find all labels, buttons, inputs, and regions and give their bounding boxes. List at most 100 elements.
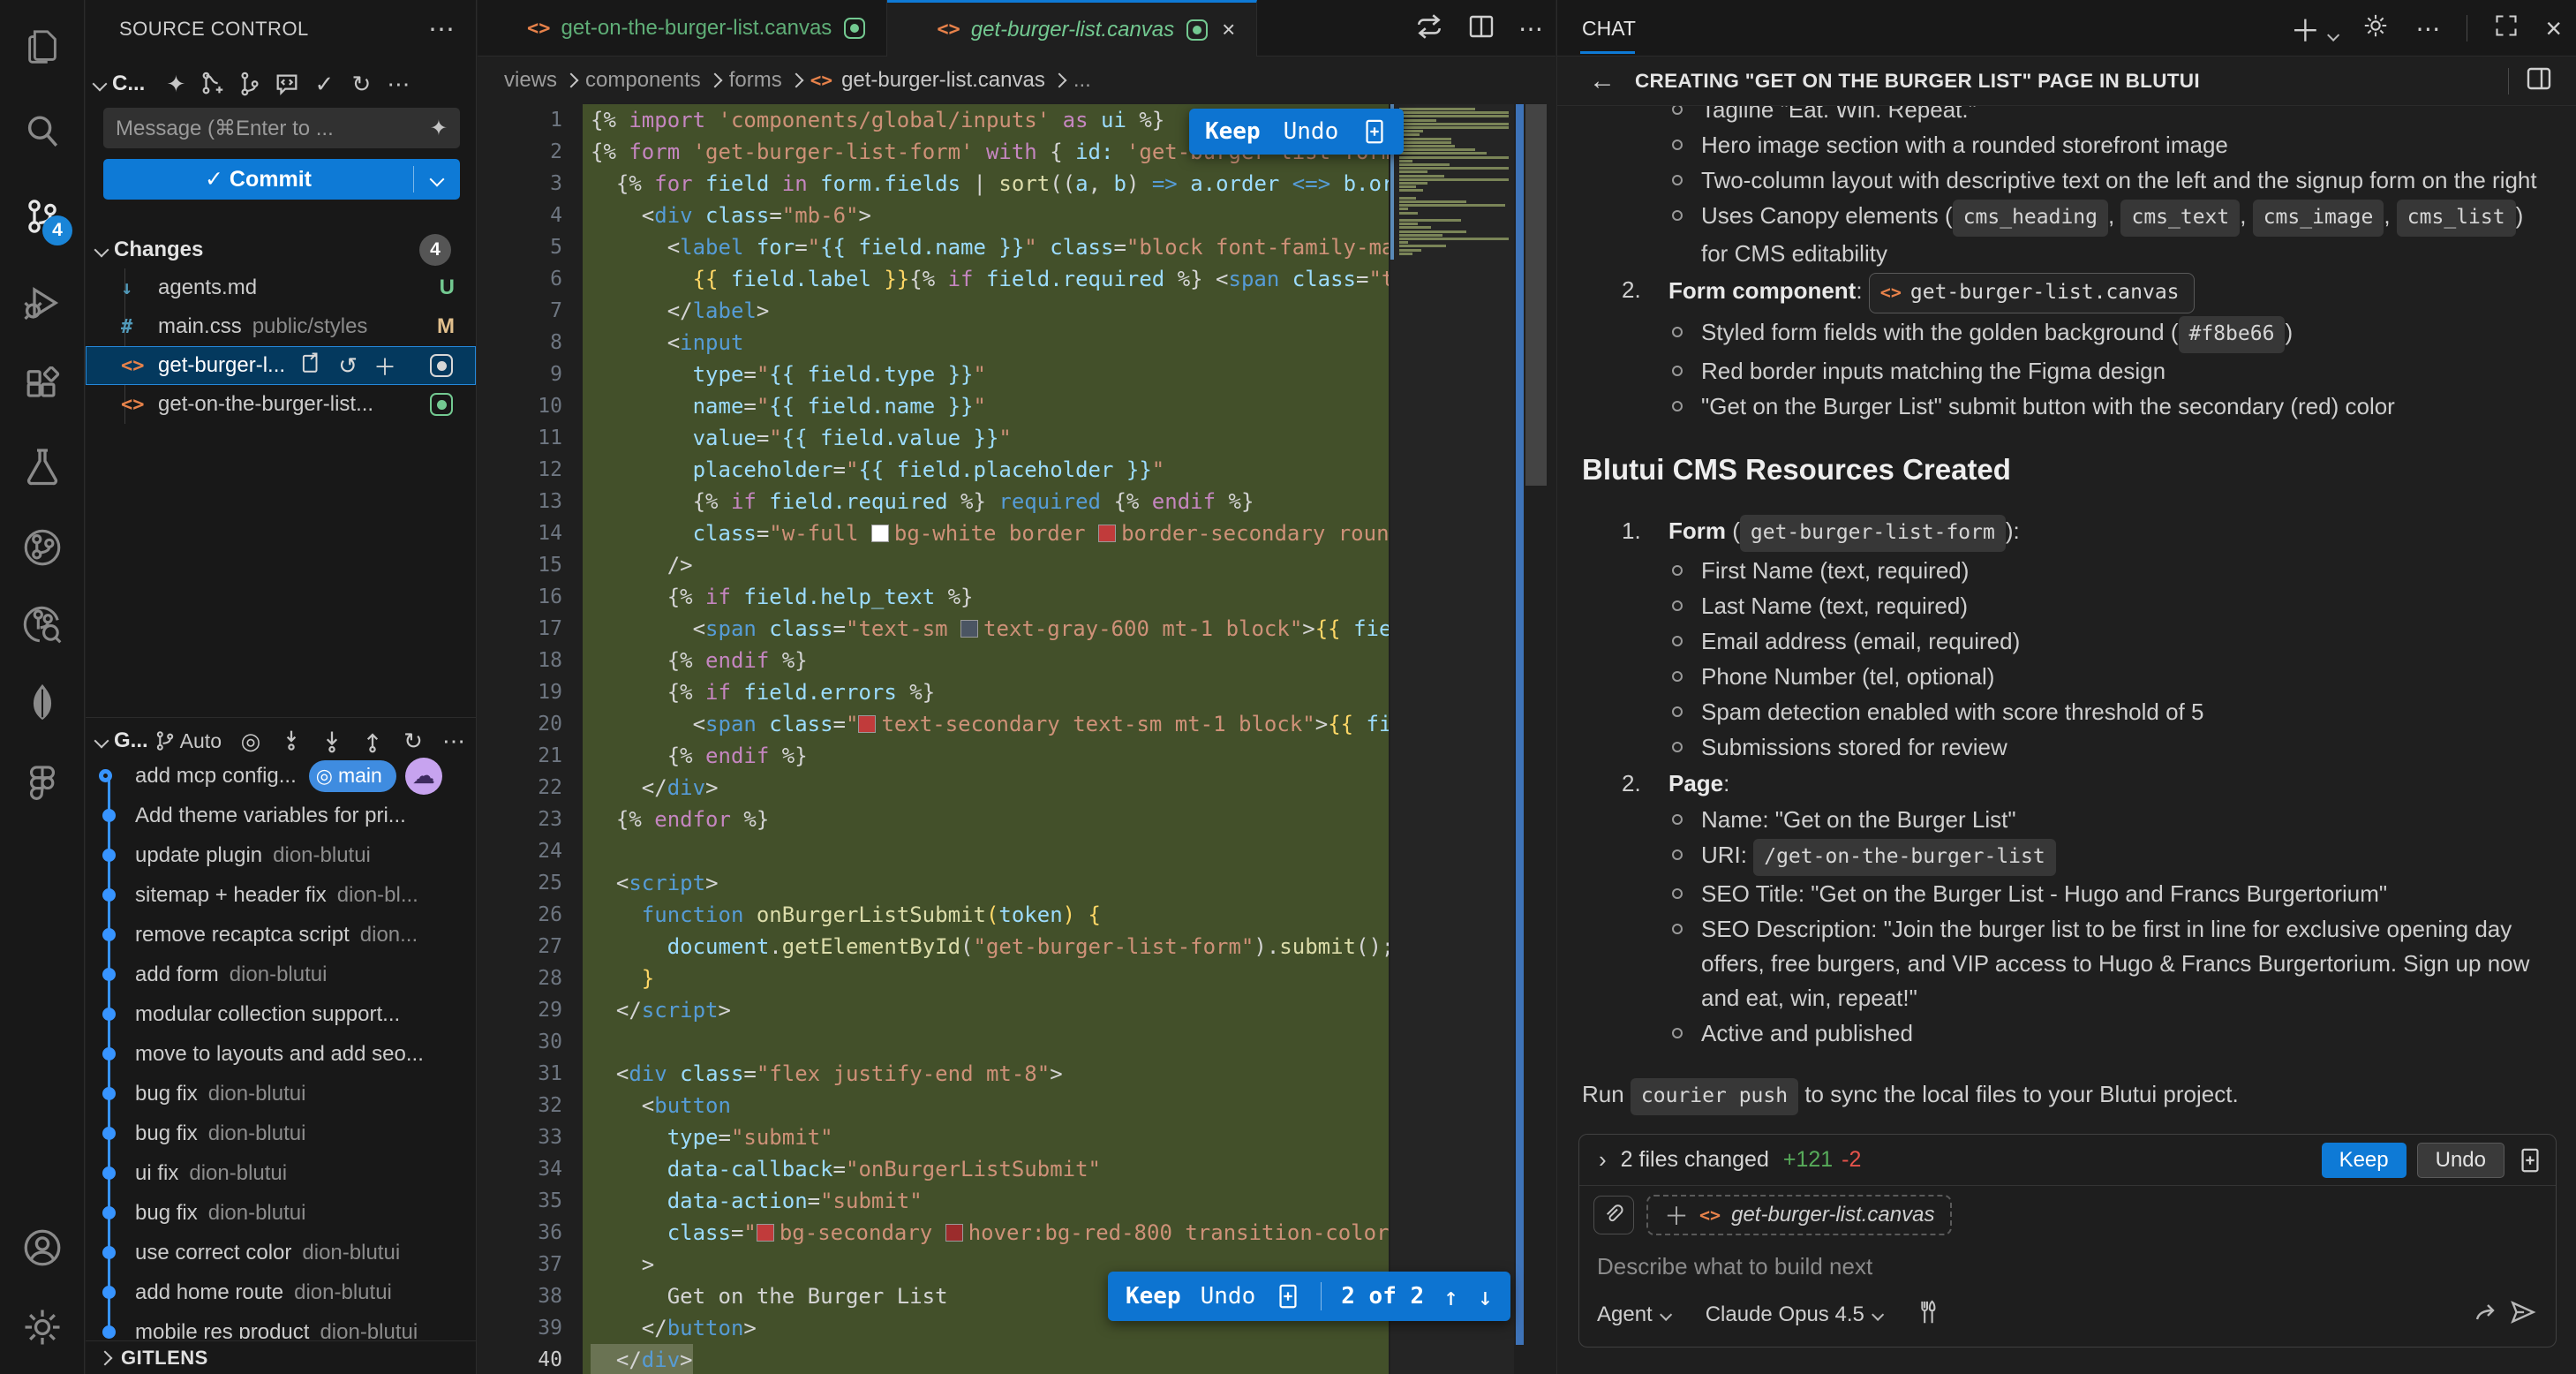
scm-more-actions-icon[interactable]: ⋯ (428, 14, 455, 45)
view-file-icon[interactable] (1361, 118, 1388, 145)
changes-section-header[interactable]: Changes 4 (86, 231, 476, 268)
repo-label[interactable]: C... (112, 72, 145, 96)
tab-close-icon[interactable]: × (1222, 16, 1235, 43)
tab-get-burger-list[interactable]: <> get-burger-list.canvas × (887, 0, 1257, 57)
commit-row[interactable]: update plugindion-blutui (86, 835, 476, 875)
comment-icon[interactable] (268, 71, 305, 97)
keep-button[interactable]: Keep (1126, 1283, 1181, 1310)
file-reference-chip[interactable]: <>get-burger-list.canvas (1869, 273, 2195, 313)
commit-row[interactable]: move to layouts and add seo... (86, 1034, 476, 1074)
scm-file-row[interactable]: #main.csspublic/stylesM (86, 307, 476, 346)
commit-row[interactable]: add mcp config...◎main☁ (86, 756, 476, 796)
commit-row[interactable]: modular collection support... (86, 994, 476, 1034)
scm-file-row[interactable]: <>get-burger-l...↺＋ (86, 346, 476, 385)
run-debug-icon[interactable] (0, 263, 85, 343)
editor-more-icon[interactable]: ⋯ (1518, 14, 1543, 43)
keep-button[interactable]: Keep (1205, 118, 1261, 145)
next-change-icon[interactable]: ↓ (1478, 1282, 1493, 1311)
commit-row[interactable]: sitemap + header fixdion-bl... (86, 875, 476, 915)
commit-row[interactable]: Add theme variables for pri... (86, 796, 476, 835)
tools-icon[interactable] (1914, 1299, 1940, 1332)
breadcrumb[interactable]: views components forms <> get-burger-lis… (478, 57, 1555, 104)
send-icon[interactable] (2508, 1297, 2538, 1333)
search-icon[interactable] (0, 92, 85, 171)
commit-row[interactable]: add formdion-blutui (86, 955, 476, 994)
fetch-icon[interactable] (271, 729, 312, 753)
close-panel-icon[interactable]: × (2545, 12, 2562, 45)
maximize-panel-icon[interactable] (2494, 13, 2519, 44)
attached-file-chip[interactable]: ＋ <> get-burger-list.canvas (1646, 1195, 1952, 1235)
open-file-icon[interactable] (299, 351, 322, 381)
scm-file-row[interactable]: ↓agents.mdU (86, 268, 476, 307)
gitlens-section-header[interactable]: GITLENS (86, 1340, 476, 1374)
view-file-icon[interactable] (1275, 1283, 1301, 1310)
editor-scrollbar[interactable] (1525, 104, 1547, 486)
open-changes-icon[interactable] (1414, 11, 1444, 46)
gitlens-inspect-icon[interactable] (0, 585, 85, 664)
commit-row[interactable]: bug fixdion-blutui (86, 1074, 476, 1114)
chat-message-area[interactable]: Tagline "Eat. Win. Repeat."Hero image se… (1557, 106, 2576, 1123)
pull-icon[interactable] (312, 729, 352, 753)
previous-change-icon[interactable]: ↑ (1443, 1282, 1458, 1311)
tab-get-on-the-burger-list[interactable]: <> get-on-the-burger-list.canvas (478, 0, 887, 57)
attach-context-icon[interactable] (1593, 1196, 1634, 1234)
mode-picker[interactable]: Agent (1597, 1302, 1668, 1327)
undo-button[interactable]: Undo (1284, 118, 1339, 145)
graph-section-header[interactable]: G... Auto ◎ ↻ ⋯ (86, 722, 476, 759)
branch-create-icon[interactable] (194, 71, 231, 97)
repo-collapse-chevron-icon[interactable] (93, 77, 108, 92)
commit-check-icon[interactable]: ✓ (305, 71, 343, 98)
chat-settings-gear-icon[interactable] (2362, 12, 2389, 45)
push-icon[interactable] (352, 729, 393, 753)
commit-row[interactable]: use correct colordion-blutui (86, 1233, 476, 1272)
sparkle-icon[interactable]: ✦ (157, 71, 194, 98)
mongodb-icon[interactable] (0, 662, 85, 742)
chat-input[interactable]: Describe what to build next (1579, 1244, 2556, 1280)
keep-all-button[interactable]: Keep (2322, 1143, 2407, 1178)
discard-changes-icon[interactable]: ↺ (338, 352, 358, 380)
account-icon[interactable] (0, 1208, 85, 1287)
commit-row[interactable]: mobile res productdion-blutui (86, 1312, 476, 1339)
changed-files-bar[interactable]: › 2 files changed +121 -2 Keep Undo (1579, 1135, 2556, 1186)
commit-button[interactable]: ✓ Commit (103, 159, 460, 200)
gitlens-icon[interactable] (0, 508, 85, 587)
figma-icon[interactable] (0, 743, 85, 822)
view-all-files-icon[interactable] (2517, 1147, 2543, 1174)
stage-changes-icon[interactable]: ＋ (373, 350, 396, 382)
graph-refresh-icon[interactable]: ↻ (393, 728, 433, 755)
explorer-icon[interactable] (0, 7, 85, 87)
graph-more-icon[interactable]: ⋯ (433, 728, 474, 755)
tab-chat[interactable]: CHAT (1582, 0, 1636, 57)
target-icon[interactable]: ◎ (230, 728, 271, 755)
split-editor-icon[interactable] (1467, 12, 1495, 45)
testing-icon[interactable] (0, 427, 85, 506)
commit-message-input[interactable]: Message (⌘Enter to ... ✦ (103, 108, 460, 148)
commit-row[interactable]: ui fixdion-blutui (86, 1153, 476, 1193)
new-chat-icon[interactable]: ＋ (2290, 7, 2336, 50)
commit-row[interactable]: bug fixdion-blutui (86, 1114, 476, 1153)
undo-button[interactable]: Undo (1201, 1283, 1256, 1310)
refresh-icon[interactable]: ↻ (343, 71, 380, 98)
voice-or-redirect-icon[interactable] (2473, 1298, 2501, 1332)
source-control-icon[interactable]: 4 (0, 177, 85, 256)
toolbar-more-icon[interactable]: ⋯ (380, 71, 417, 98)
scm-file-row[interactable]: <>get-on-the-burger-list... (86, 385, 476, 424)
branch-badge[interactable]: ◎main (309, 760, 396, 792)
open-in-editor-icon[interactable] (2525, 64, 2553, 97)
expand-chevron-icon[interactable]: › (1599, 1146, 1607, 1174)
chat-more-icon[interactable]: ⋯ (2415, 14, 2440, 43)
extensions-icon[interactable] (0, 347, 85, 427)
code-editor[interactable]: 1{% import 'components/global/inputs' as… (478, 104, 1555, 1374)
model-picker[interactable]: Claude Opus 4.5 (1706, 1302, 1880, 1327)
back-icon[interactable]: ← (1589, 66, 1616, 96)
settings-gear-icon[interactable] (0, 1287, 85, 1367)
ai-message-sparkle-icon[interactable]: ✦ (430, 116, 448, 141)
minimap[interactable] (1390, 104, 1514, 1374)
commit-graph-icon[interactable] (231, 71, 268, 97)
commit-row[interactable]: add home routedion-blutui (86, 1272, 476, 1312)
undo-all-button[interactable]: Undo (2417, 1143, 2504, 1178)
changes-count-badge: 4 (419, 234, 451, 266)
graph-auto-label[interactable]: Auto (180, 729, 222, 753)
commit-row[interactable]: remove recaptca scriptdion... (86, 915, 476, 955)
commit-row[interactable]: bug fixdion-blutui (86, 1193, 476, 1233)
